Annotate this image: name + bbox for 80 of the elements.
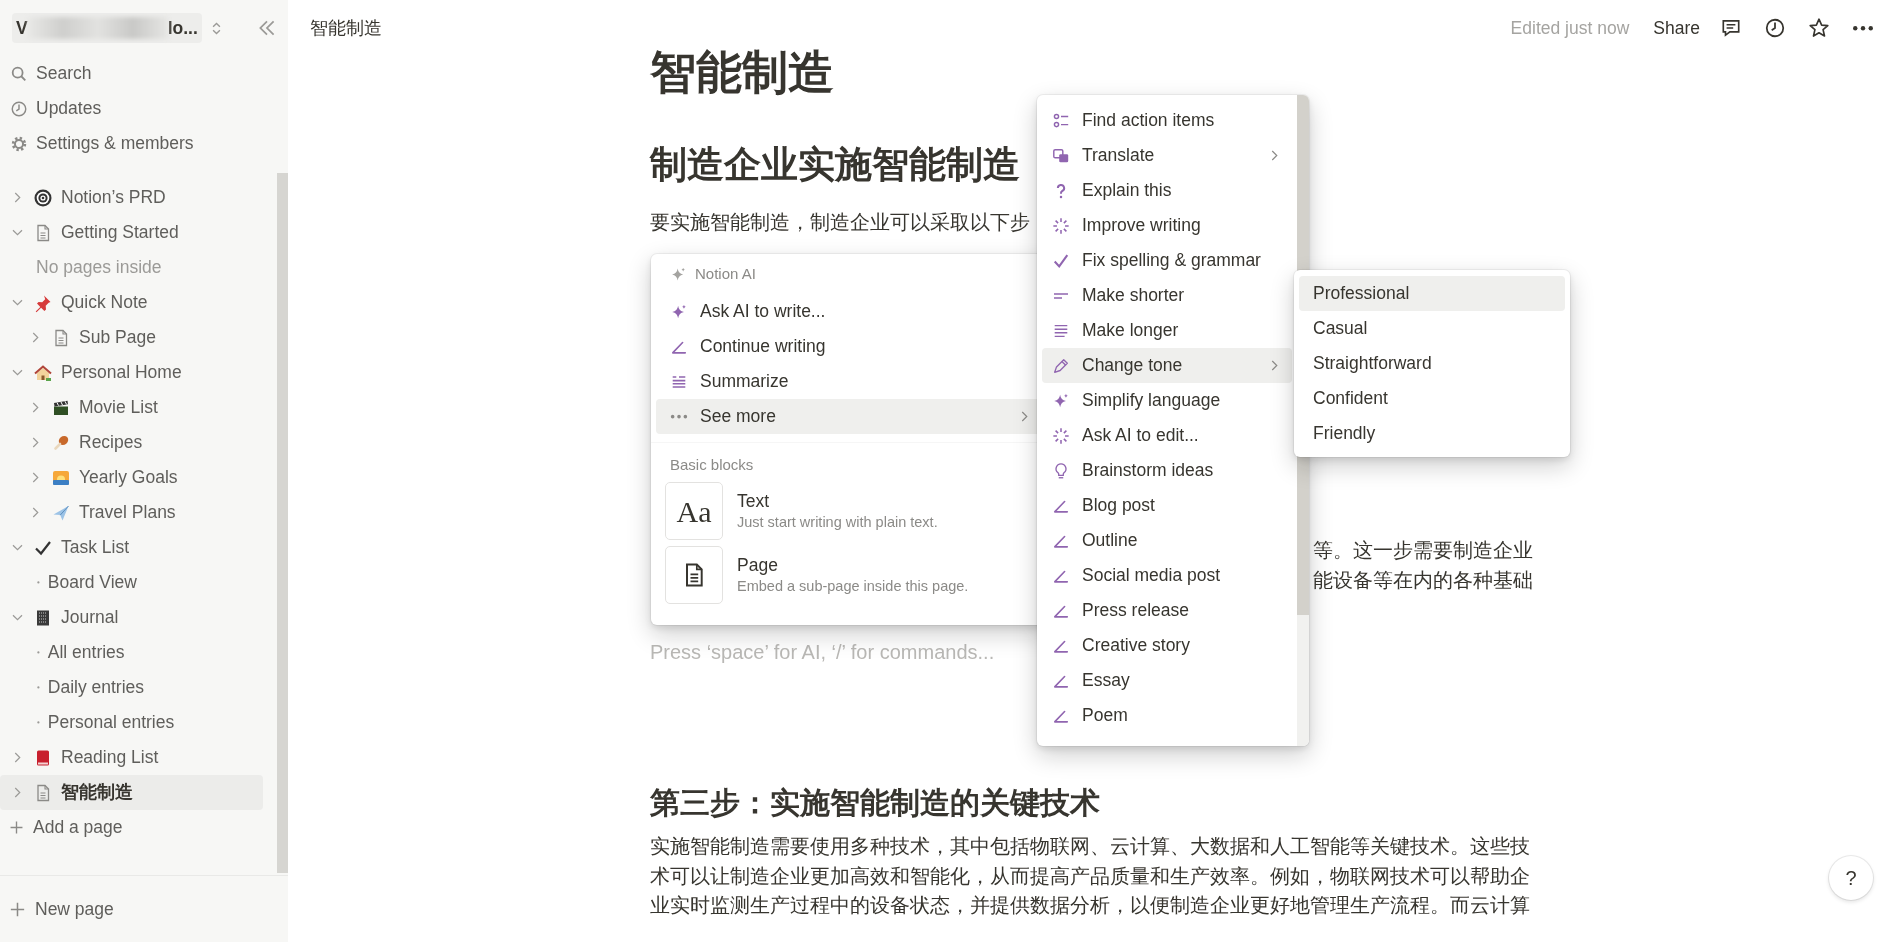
sidebar-page-item[interactable]: Personal Home xyxy=(0,355,277,390)
clock-icon[interactable] xyxy=(1764,17,1786,39)
menu-item[interactable]: Find action items xyxy=(1042,103,1292,138)
more-icon[interactable] xyxy=(1852,24,1874,32)
sidebar-page-item[interactable]: Sub Page xyxy=(0,320,277,355)
menu-item[interactable]: Essay xyxy=(1042,663,1292,698)
sidebar-page-item[interactable]: Travel Plans xyxy=(0,495,277,530)
clock-icon xyxy=(10,99,28,118)
short-lines-icon xyxy=(1052,291,1070,300)
target-icon xyxy=(33,187,53,208)
pen-icon xyxy=(1052,356,1070,375)
section-label: Basic blocks xyxy=(670,454,754,475)
paragraph: 实施智能制造需要使用多种技术，其中包括物联网、云计算、大数据和人工智能等关键技术。这些技术可以让制造企业更加高效和智能化，从而提高产品质量和生产效率。例如，物联网技术可以帮助企业实时监测生产过程中的设备状态，并提供数据分析，以便制造企业更好地管理生产流程。而云计算 xyxy=(650,834,1531,918)
bullet-icon xyxy=(37,651,40,654)
menu-header: Notion AI xyxy=(695,263,756,284)
help-button[interactable]: ? xyxy=(1829,856,1873,900)
sidebar-page-item[interactable]: Recipes xyxy=(0,425,277,460)
sidebar-page-item[interactable]: Quick Note xyxy=(0,285,277,320)
block-description: Just start writing with plain text. xyxy=(737,513,938,532)
lightbulb-icon xyxy=(1052,461,1070,480)
menu-item[interactable]: Professional xyxy=(1299,276,1565,311)
text-block-icon: Aa xyxy=(665,482,723,540)
menu-item[interactable]: Straightforward xyxy=(1299,346,1565,381)
menu-item[interactable]: Fix spelling & grammar xyxy=(1042,243,1292,278)
sidebar-view-item[interactable]: Daily entries xyxy=(0,670,277,705)
workspace-name: V xyxy=(16,16,28,40)
new-page-button[interactable]: New page xyxy=(8,891,128,927)
block-description: Embed a sub-page inside this page. xyxy=(737,577,969,596)
sidebar-page-item[interactable]: Movie List xyxy=(0,390,277,425)
bullet-icon xyxy=(37,721,40,724)
sidebar-page-item[interactable]: Yearly Goals xyxy=(0,460,277,495)
sidebar-nav-item[interactable]: Settings & members xyxy=(0,126,288,161)
bullet-icon xyxy=(37,686,40,689)
plus-icon xyxy=(8,819,25,836)
checklist-icon xyxy=(1052,111,1070,130)
menu-item[interactable]: Confident xyxy=(1299,381,1565,416)
page-title: 智能制造 xyxy=(650,48,834,100)
sidebar-nav-item[interactable]: Updates xyxy=(0,91,288,126)
bullet-icon xyxy=(37,581,40,584)
share-button[interactable]: Share xyxy=(1653,14,1700,42)
block-title: Page xyxy=(737,554,779,576)
sidebar-nav-item[interactable]: Search xyxy=(0,56,288,91)
menu-item[interactable]: Creative story xyxy=(1042,628,1292,663)
empty-note: No pages inside xyxy=(36,256,162,280)
sidebar-page-item[interactable]: Reading List xyxy=(0,740,277,775)
section-heading: 制造企业实施智能制造 xyxy=(650,143,1020,187)
paragraph: 要实施智能制造，制造企业可以采取以下步 xyxy=(650,210,1030,235)
section-heading: 第三步：实施智能制造的关键技术 xyxy=(650,785,1101,821)
sidebar-page-item[interactable]: Notion’s PRD xyxy=(0,180,277,215)
sidebar-page-item[interactable]: Journal xyxy=(0,600,277,635)
sidebar-view-item[interactable]: All entries xyxy=(0,635,277,670)
sidebar-view-item[interactable]: Board View xyxy=(0,565,277,600)
sparkle-burst-icon xyxy=(1052,426,1070,445)
settings-icon xyxy=(10,134,28,153)
sidebar-page-item[interactable]: Task List xyxy=(0,530,277,565)
menu-item[interactable]: Friendly xyxy=(1299,416,1565,451)
menu-item[interactable]: Change tone xyxy=(1042,348,1292,383)
sidebar-page-item[interactable]: Getting Started xyxy=(0,215,277,250)
workspace-switcher[interactable]: V lo... xyxy=(12,12,202,44)
block-title: Text xyxy=(737,490,771,512)
sparkle-icon xyxy=(670,265,687,283)
edited-status: Edited just now xyxy=(1510,16,1630,40)
sidebar-view-item[interactable]: Personal entries xyxy=(0,705,277,740)
search-icon xyxy=(10,64,28,83)
star-icon[interactable] xyxy=(1808,17,1830,39)
menu-item[interactable]: Poem xyxy=(1042,698,1292,733)
paragraph-line: 能设备等在内的各种基础 xyxy=(1313,568,1533,593)
menu-item[interactable]: Explain this xyxy=(1042,173,1292,208)
scrollbar[interactable] xyxy=(277,173,288,873)
menu-item[interactable]: Translate xyxy=(1042,138,1292,173)
add-page-item[interactable]: Add a page xyxy=(0,810,277,845)
menu-item[interactable]: Casual xyxy=(1299,311,1565,346)
comment-icon[interactable] xyxy=(1720,17,1742,39)
paragraph-line: 等。这一步需要制造企业 xyxy=(1313,538,1533,563)
breadcrumb[interactable]: 智能制造 xyxy=(310,14,382,42)
dots-icon xyxy=(670,413,688,420)
sparkle-burst-icon xyxy=(1052,216,1070,235)
workspace-name: lo... xyxy=(167,16,198,40)
menu-item[interactable]: Improve writing xyxy=(1042,208,1292,243)
sidebar-page-item[interactable]: 智能制造 xyxy=(0,775,263,810)
